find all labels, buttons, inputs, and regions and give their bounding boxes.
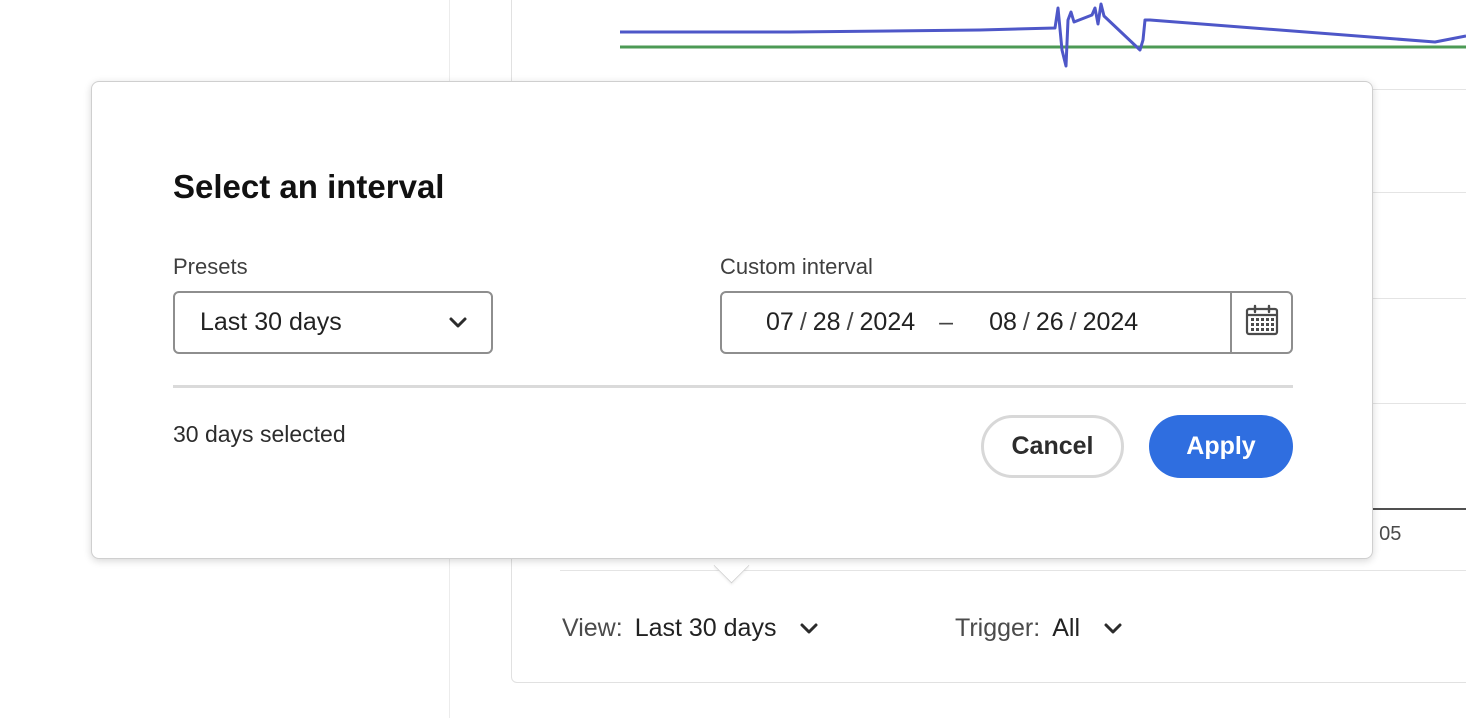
date-separator: /: [1022, 308, 1030, 336]
chart-gridline: [560, 570, 1466, 571]
date-range-field: 07 / 28 / 2024 – 08 / 26 / 2024: [720, 291, 1293, 354]
trigger-filter-label: Trigger:: [955, 614, 1041, 642]
view-filter-value: Last 30 days: [634, 614, 777, 642]
app-window: ; 05 View: Last 30 days Trigger: All Sel…: [0, 0, 1466, 718]
presets-picker[interactable]: Last 30 days: [173, 291, 493, 354]
series-line-primary: [620, 2, 1466, 68]
view-filter-label: View:: [562, 614, 623, 642]
date-separator: /: [846, 308, 854, 336]
chart-gridline: [1373, 89, 1466, 90]
range-separator: –: [939, 308, 954, 336]
chart-gridline: [1373, 403, 1466, 404]
end-date[interactable]: 08 / 26 / 2024: [989, 308, 1138, 337]
date-separator: /: [799, 308, 807, 336]
start-month[interactable]: 07: [766, 308, 794, 337]
dialog-title: Select an interval: [173, 168, 445, 205]
start-year[interactable]: 2024: [860, 308, 916, 337]
chevron-down-icon: [798, 618, 820, 640]
end-year[interactable]: 2024: [1083, 308, 1139, 337]
chevron-down-icon: [1102, 618, 1124, 640]
date-separator: /: [1069, 308, 1077, 336]
custom-interval-label: Custom interval: [720, 254, 873, 279]
calendar-icon: [1245, 304, 1279, 341]
chart-lines: [620, 2, 1466, 68]
trigger-filter-value: All: [1052, 614, 1081, 642]
trigger-filter[interactable]: Trigger: All: [955, 614, 1124, 643]
calendar-button[interactable]: [1230, 293, 1291, 352]
chart-gridline: [1373, 192, 1466, 193]
chart-gridline: [1373, 298, 1466, 299]
presets-picker-value: Last 30 days: [200, 308, 342, 336]
start-date[interactable]: 07 / 28 / 2024: [766, 308, 915, 337]
interval-popover: Select an interval Presets Last 30 days …: [91, 81, 1373, 559]
view-filter[interactable]: View: Last 30 days: [562, 614, 820, 643]
start-day[interactable]: 28: [813, 308, 841, 337]
chevron-down-icon: [447, 312, 469, 334]
cancel-button[interactable]: Cancel: [981, 415, 1124, 478]
end-day[interactable]: 26: [1036, 308, 1064, 337]
date-range-inputs: 07 / 28 / 2024 – 08 / 26 / 2024: [722, 293, 1230, 352]
end-month[interactable]: 08: [989, 308, 1017, 337]
presets-label: Presets: [173, 254, 248, 279]
selected-days-count: 30 days selected: [173, 421, 346, 447]
dialog-divider: [173, 385, 1293, 388]
x-axis-tick-label: ; 05: [1368, 523, 1402, 545]
apply-button[interactable]: Apply: [1149, 415, 1293, 478]
